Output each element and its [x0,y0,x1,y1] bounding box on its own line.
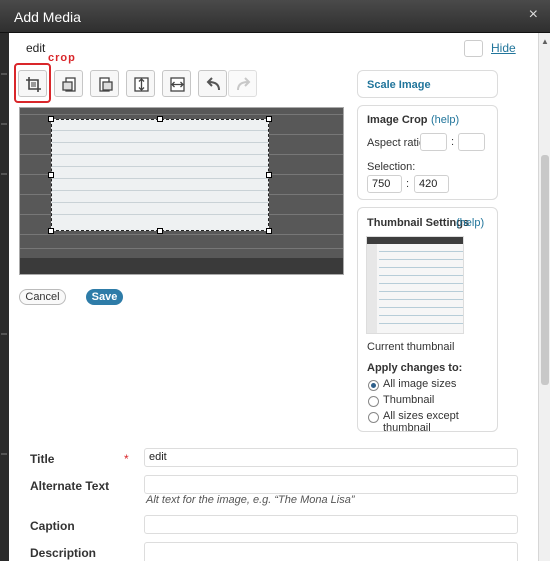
modal-title: Add Media [14,9,81,25]
crop-handle-nw[interactable] [48,116,54,122]
current-thumbnail-label: Current thumbnail [367,341,455,353]
crop-annotation-label: crop [48,52,76,64]
radio-all-except-thumbnail[interactable] [368,412,379,423]
cancel-button[interactable]: Cancel [19,289,66,305]
rotate-ccw-icon [62,77,76,92]
aspect-ratio-label: Aspect ratio: [367,137,429,149]
description-input[interactable] [144,542,518,561]
scale-image-panel[interactable]: Scale Image [357,70,498,98]
crop-handle-se[interactable] [266,228,272,234]
thumbnail-settings-title: Thumbnail Settings [367,217,470,229]
crop-handle-w[interactable] [48,172,54,178]
rotate-right-button[interactable] [90,70,119,97]
current-thumbnail-image [366,236,464,334]
selection-label: Selection: [367,161,416,173]
redo-icon [237,77,251,91]
radio-thumbnail[interactable] [368,396,379,407]
apply-changes-label: Apply changes to: [367,362,463,374]
required-marker: * [124,452,129,466]
flip-horizontal-icon [170,77,185,92]
hide-toggle-box[interactable] [464,40,483,57]
option-all-except-thumbnail-label[interactable]: All sizes except thumbnail [383,410,497,434]
scrollbar-thumb[interactable] [541,155,549,385]
rotate-cw-icon [99,77,113,92]
undo-button[interactable] [198,70,227,97]
hide-link[interactable]: Hide [491,41,516,55]
image-crop-panel: Image Crop (help) Aspect ratio: : Select… [357,105,498,200]
alternate-text-help: Alt text for the image, e.g. “The Mona L… [146,494,355,506]
radio-all-image-sizes[interactable] [368,380,379,391]
image-filename: edit [26,41,46,55]
crop-handle-e[interactable] [266,172,272,178]
selection-separator: : [406,178,410,190]
image-crop-help-link[interactable]: (help) [431,114,459,126]
title-input[interactable]: edit [144,448,518,467]
description-label: Description [30,546,97,560]
flip-vertical-icon [134,77,149,92]
alternate-text-label: Alternate Text [30,479,110,493]
modal-header: Add Media × [0,0,550,33]
aspect-ratio-height-input[interactable] [458,133,485,151]
alternate-text-input[interactable] [144,475,518,494]
crop-handle-sw[interactable] [48,228,54,234]
aspect-ratio-separator: : [451,136,455,148]
crop-handle-s[interactable] [157,228,163,234]
image-crop-title: Image Crop [367,114,428,126]
selection-width-input[interactable]: 750 [367,175,402,193]
option-all-image-sizes-label[interactable]: All image sizes [383,378,456,390]
flip-vertical-button[interactable] [126,70,155,97]
redo-button[interactable] [228,70,257,97]
option-thumbnail-label[interactable]: Thumbnail [383,394,434,406]
caption-label: Caption [30,519,75,533]
modal-scrollbar[interactable]: ▲ [538,33,550,561]
crop-handle-n[interactable] [157,116,163,122]
flip-horizontal-button[interactable] [162,70,191,97]
save-button[interactable]: Save [86,289,123,305]
thumbnail-settings-panel: Thumbnail Settings (help) Current thumbn… [357,207,498,434]
scroll-up-arrow-icon[interactable]: ▲ [541,37,549,46]
image-preview[interactable] [19,107,344,275]
crop-annotation-circle [14,63,51,103]
media-editor-panel: edit Hide crop Cancel Save Scale Image I… [9,33,538,561]
thumbnail-settings-help-link[interactable]: (help) [456,217,484,229]
title-label: Title [30,452,55,466]
undo-icon [206,77,220,91]
caption-input[interactable] [144,515,518,534]
crop-handle-ne[interactable] [266,116,272,122]
scale-image-title[interactable]: Scale Image [367,79,431,91]
selection-height-input[interactable]: 420 [414,175,449,193]
crop-selection[interactable] [51,119,269,231]
close-icon[interactable]: × [529,7,538,23]
background-admin-strip [0,33,9,561]
rotate-left-button[interactable] [54,70,83,97]
aspect-ratio-width-input[interactable] [420,133,447,151]
